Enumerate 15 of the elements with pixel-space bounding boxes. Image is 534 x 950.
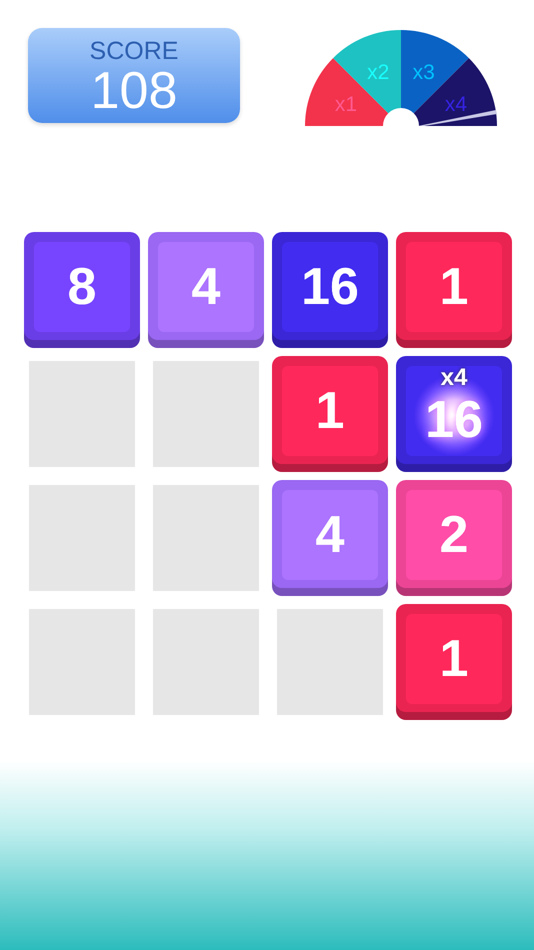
tile-number: 1: [440, 257, 468, 317]
tile-number: 16: [301, 257, 359, 317]
tile-number: 1: [440, 629, 468, 689]
score-value: 108: [90, 64, 178, 118]
multiplier-label: x3: [412, 61, 435, 84]
multiplier-label: x4: [444, 93, 468, 116]
multiplier-label: x1: [334, 93, 358, 116]
tile-number: 1: [316, 381, 344, 441]
score-label: SCORE: [90, 38, 178, 64]
multiplier-label: x2: [367, 61, 390, 84]
tile-number: 2: [440, 505, 468, 565]
tile-number: 4: [192, 257, 220, 317]
tile-number: 8: [68, 257, 96, 317]
tile-number: 4: [316, 505, 344, 565]
multiplier-label: x4: [440, 364, 468, 392]
